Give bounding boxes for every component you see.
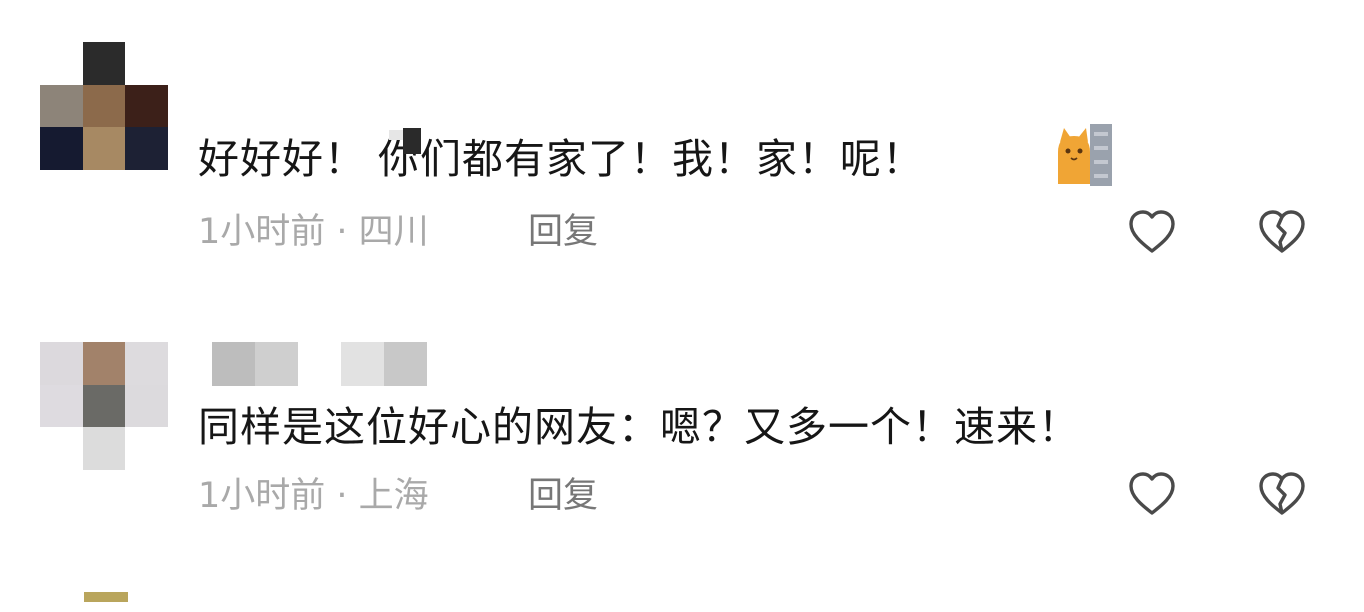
avatar-pixel	[125, 427, 169, 471]
broken-heart-icon[interactable]	[1256, 468, 1308, 520]
avatar-pixel	[125, 42, 169, 85]
avatar[interactable]	[40, 42, 169, 171]
avatar-pixel	[40, 84, 83, 128]
avatar-pixel	[82, 84, 126, 128]
heart-icon[interactable]	[1126, 206, 1178, 258]
reply-button[interactable]: 回复	[528, 210, 598, 254]
redacted-mark	[389, 128, 421, 154]
avatar-pixel	[125, 342, 169, 385]
avatar-pixel	[125, 84, 169, 128]
avatar-pixel	[82, 384, 126, 428]
avatar-pixel	[40, 42, 83, 85]
avatar-pixel	[125, 384, 169, 428]
heart-icon[interactable]	[1126, 468, 1178, 520]
comment-text: 同样是这位好心的网友：嗯？又多一个！速来！	[198, 403, 1080, 451]
previous-comment-fragment	[690, 0, 820, 2]
comment-item	[0, 592, 1364, 612]
broken-heart-icon[interactable]	[1256, 206, 1308, 258]
avatar-pixel	[40, 384, 83, 428]
avatar-pixel	[82, 127, 126, 171]
reply-button[interactable]: 回复	[528, 474, 598, 518]
comment-item: 好好好！ 你们都有家了！我！家！呢！ 1小时前 · 四川 回复	[0, 40, 1364, 280]
comment-meta: 1小时前 · 上海	[198, 476, 429, 516]
avatar-pixel	[82, 342, 126, 385]
cat-at-door-emoji	[1058, 124, 1112, 186]
comment-item: 同样是这位好心的网友：嗯？又多一个！速来！ 1小时前 · 上海 回复	[0, 340, 1364, 540]
comment-text: 好好好！ 你们都有家了！我！家！呢！	[198, 135, 924, 183]
avatar[interactable]	[84, 592, 128, 602]
avatar-pixel	[125, 127, 169, 171]
username-redacted[interactable]	[212, 342, 427, 386]
avatar-pixel	[82, 42, 126, 85]
avatar[interactable]	[40, 342, 169, 471]
avatar-pixel	[40, 427, 83, 471]
avatar-pixel	[40, 342, 83, 385]
avatar-pixel	[40, 127, 83, 171]
comment-meta: 1小时前 · 四川	[198, 212, 429, 252]
avatar-pixel	[82, 427, 126, 471]
